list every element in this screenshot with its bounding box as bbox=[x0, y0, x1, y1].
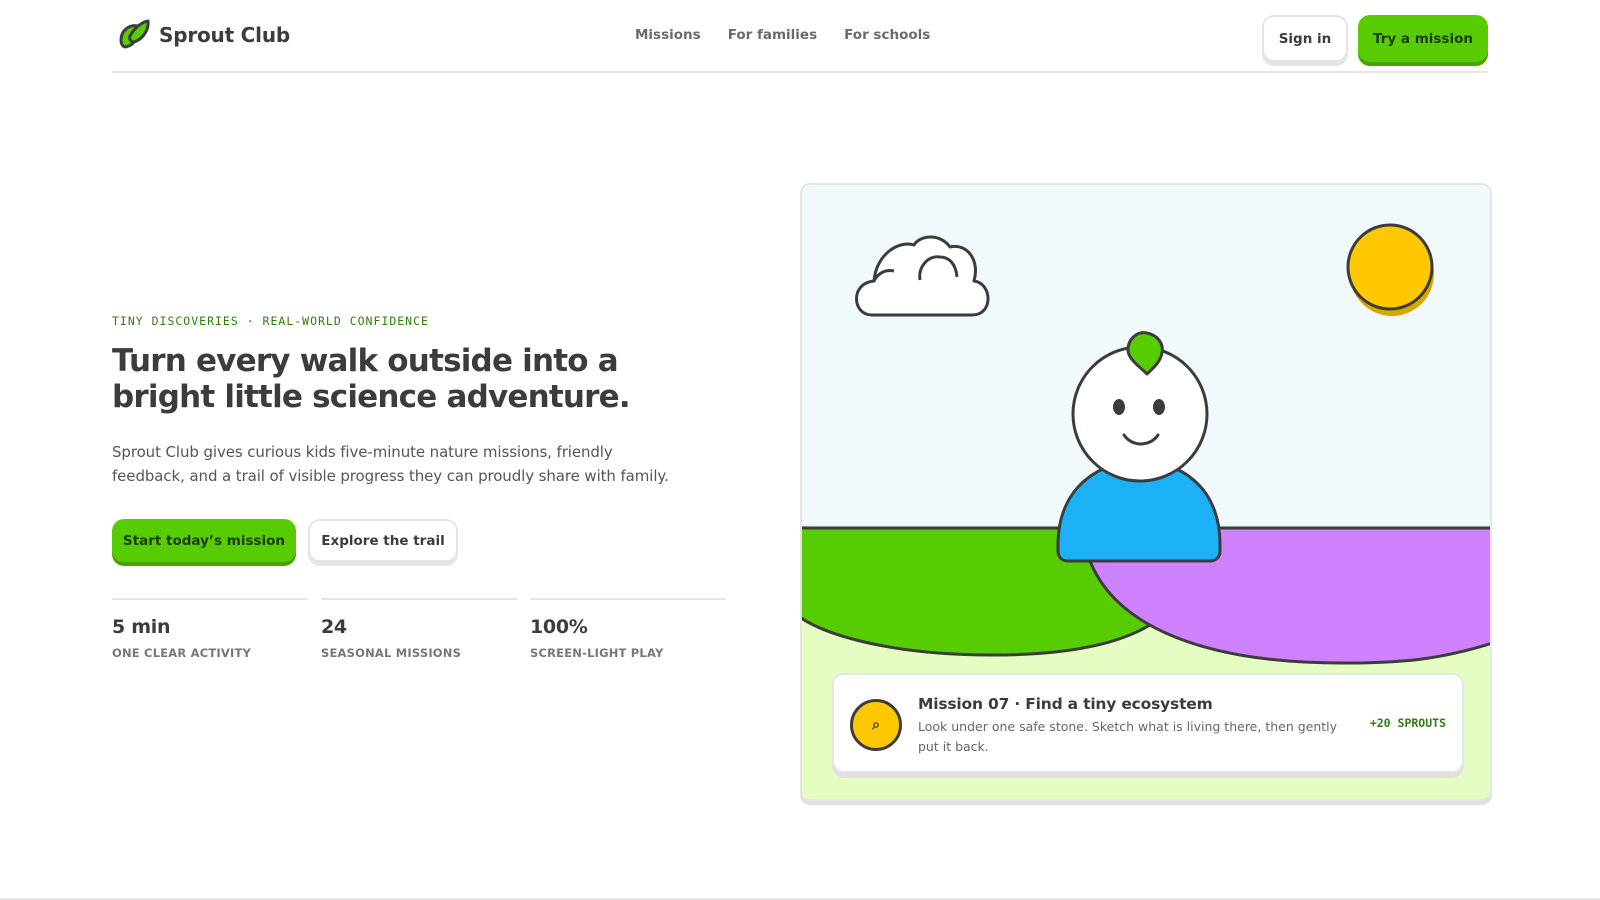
start-mission-button[interactable]: Start today’s mission bbox=[112, 519, 296, 562]
character-left-eye bbox=[1113, 399, 1125, 415]
stat-label: ONE CLEAR ACTIVITY bbox=[112, 646, 252, 660]
nav-for-schools[interactable]: For schools bbox=[844, 27, 930, 43]
stat-label: SEASONAL MISSIONS bbox=[321, 646, 462, 660]
character-right-eye bbox=[1153, 399, 1165, 415]
hero-illustration-card: ⌕ Mission 07 · Find a tiny ecosystem Loo… bbox=[800, 183, 1492, 801]
stat-item: 5 min ONE CLEAR ACTIVITY bbox=[112, 598, 308, 660]
try-mission-button[interactable]: Try a mission bbox=[1358, 15, 1488, 62]
sun-shape bbox=[1346, 223, 1434, 311]
brand-name: Sprout Club bbox=[159, 23, 290, 47]
hero-title: Turn every walk outside into a bright li… bbox=[112, 343, 631, 415]
nav-for-families[interactable]: For families bbox=[728, 27, 817, 43]
stat-item: 24 SEASONAL MISSIONS bbox=[321, 598, 517, 660]
stat-item: 100% SCREEN-LIGHT PLAY bbox=[530, 598, 726, 660]
stat-value: 24 bbox=[321, 616, 347, 638]
mission-title: Mission 07 · Find a tiny ecosystem bbox=[918, 695, 1213, 713]
brand-logo[interactable]: Sprout Club bbox=[116, 18, 290, 52]
nav-missions[interactable]: Missions bbox=[635, 27, 701, 43]
mission-description: Look under one safe stone. Sketch what i… bbox=[918, 719, 1338, 754]
main-nav: Missions For families For schools bbox=[635, 27, 930, 43]
mission-reward: +20 SPROUTS bbox=[1369, 716, 1446, 730]
hero-subtitle: Sprout Club gives curious kids five-minu… bbox=[112, 443, 669, 485]
leaf-icon bbox=[119, 19, 150, 49]
stat-label: SCREEN-LIGHT PLAY bbox=[530, 646, 664, 660]
stat-value: 100% bbox=[530, 616, 588, 638]
mission-card[interactable]: ⌕ Mission 07 · Find a tiny ecosystem Loo… bbox=[832, 673, 1464, 773]
site-header: Sprout Club Missions For families For sc… bbox=[112, 0, 1488, 73]
explore-trail-button[interactable]: Explore the trail bbox=[308, 519, 458, 562]
hero-eyebrow: TINY DISCOVERIES · REAL-WORLD CONFIDENCE bbox=[112, 314, 429, 328]
sign-in-button[interactable]: Sign in bbox=[1262, 15, 1348, 62]
magnifier-icon: ⌕ bbox=[850, 699, 902, 751]
stat-value: 5 min bbox=[112, 616, 171, 638]
hero-stats: 5 min ONE CLEAR ACTIVITY 24 SEASONAL MIS… bbox=[112, 598, 726, 660]
